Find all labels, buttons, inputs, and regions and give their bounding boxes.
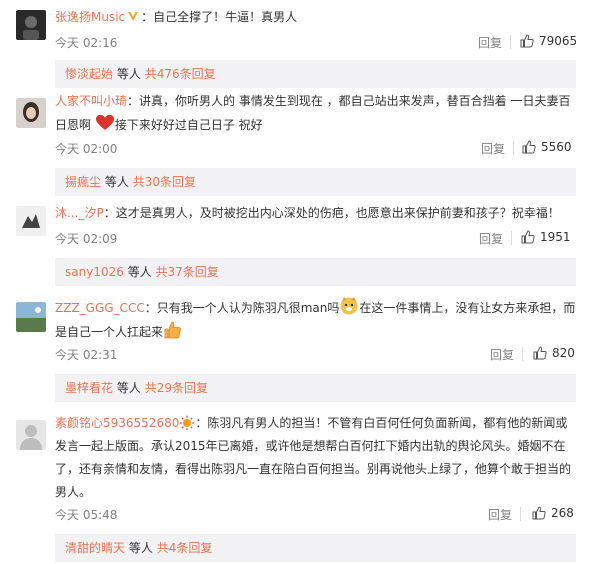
sub-reply-count[interactable]: 共4条回复 bbox=[157, 541, 213, 555]
sub-reply-count[interactable]: 共476条回复 bbox=[145, 67, 216, 81]
heart-emoji bbox=[95, 114, 114, 130]
thumb-emoji bbox=[164, 321, 181, 339]
like-count: 268 bbox=[551, 506, 574, 520]
comment-username[interactable]: ZZZ_GGG_CCC bbox=[55, 301, 145, 315]
comment-text: ：这才是真男人，及时被挖出内心深处的伤疤，也愿意出来保护前妻和孩子？祝幸福！ bbox=[103, 206, 560, 220]
avatar[interactable] bbox=[16, 302, 46, 332]
sub-reply-wait: 等人 bbox=[116, 67, 141, 81]
comment-time: 今天 02:31 bbox=[55, 348, 118, 362]
comment-meta: 今天 02:31 回复 820 bbox=[55, 346, 577, 364]
comment-time: 今天 02:16 bbox=[55, 36, 118, 50]
sub-reply-user[interactable]: 惨淡起始 bbox=[65, 67, 113, 81]
sub-reply-wait: 等人 bbox=[127, 265, 152, 279]
like-button[interactable]: 79065 bbox=[520, 34, 577, 48]
comment-text: ：自己全撑了！牛逼！真男人 bbox=[141, 10, 298, 24]
comment-username[interactable]: 张逸扬Music bbox=[55, 10, 125, 24]
comment-username[interactable]: 人家不叫小琦 bbox=[55, 94, 127, 108]
thumbs-up-icon bbox=[532, 506, 546, 520]
sub-replies-box[interactable]: 惨淡起始 等人 共476条回复 bbox=[55, 60, 576, 88]
divider bbox=[510, 35, 511, 49]
comment-time: 今天 05:48 bbox=[55, 508, 118, 522]
thumbs-up-icon bbox=[520, 34, 534, 48]
like-count: 820 bbox=[552, 346, 575, 360]
sub-reply-count[interactable]: 共30条回复 bbox=[133, 175, 196, 189]
divider bbox=[513, 141, 514, 155]
comment-body: ZZZ_GGG_CCC：只有我一个人认为陈羽凡很man吗 在这一件事情上，没有让女… bbox=[55, 296, 577, 344]
sub-reply-wait: 等人 bbox=[128, 541, 153, 555]
reply-button[interactable]: 回复 bbox=[490, 346, 514, 363]
divider bbox=[511, 231, 512, 245]
like-count: 1951 bbox=[540, 230, 571, 244]
comment-username[interactable]: 沐..._汐P bbox=[55, 206, 104, 220]
thumbs-up-icon bbox=[521, 230, 535, 244]
comment-meta: 今天 02:16 回复 79065 bbox=[55, 34, 577, 52]
reply-button[interactable]: 回复 bbox=[481, 140, 505, 157]
sub-reply-user[interactable]: sany1026 bbox=[65, 265, 124, 279]
comment-time: 今天 02:00 bbox=[55, 142, 118, 156]
divider bbox=[520, 507, 521, 521]
like-count: 5560 bbox=[541, 140, 572, 154]
like-button[interactable]: 5560 bbox=[522, 140, 572, 154]
reply-button[interactable]: 回复 bbox=[488, 506, 512, 523]
comment-time: 今天 02:09 bbox=[55, 232, 118, 246]
comment-meta: 今天 05:48 回复 268 bbox=[55, 506, 577, 524]
sub-replies-box[interactable]: 揚瘋尘 等人 共30条回复 bbox=[55, 168, 576, 196]
reply-button[interactable]: 回复 bbox=[479, 230, 503, 247]
thumbs-up-icon bbox=[522, 140, 536, 154]
comment-body: 张逸扬Music ：自己全撑了！牛逼！真男人 bbox=[55, 6, 577, 29]
avatar[interactable] bbox=[16, 206, 46, 236]
like-button[interactable]: 268 bbox=[532, 506, 574, 520]
sub-reply-count[interactable]: 共29条回复 bbox=[145, 381, 208, 395]
sub-reply-wait: 等人 bbox=[104, 175, 129, 189]
like-count: 79065 bbox=[539, 34, 578, 48]
divider bbox=[522, 347, 523, 361]
comment-text: ：只有我一个人认为陈羽凡很man吗 bbox=[144, 301, 340, 315]
like-button[interactable]: 820 bbox=[533, 346, 575, 360]
sub-reply-wait: 等人 bbox=[116, 381, 141, 395]
like-button[interactable]: 1951 bbox=[521, 230, 571, 244]
doge-emoji bbox=[340, 297, 358, 315]
thumbs-up-icon bbox=[533, 346, 547, 360]
sun-emoji bbox=[180, 415, 195, 431]
comment-body: 素颜铭心5936552680 ：陈羽凡有男人的担当！不管有白百何任何负面新闻，都有… bbox=[55, 412, 577, 504]
avatar[interactable] bbox=[16, 420, 46, 450]
sub-reply-user[interactable]: 清甜的晴天 bbox=[65, 541, 125, 555]
sub-reply-user[interactable]: 揚瘋尘 bbox=[65, 175, 101, 189]
comment-meta: 今天 02:09 回复 1951 bbox=[55, 230, 577, 248]
sub-reply-count[interactable]: 共37条回复 bbox=[156, 265, 219, 279]
sub-replies-box[interactable]: sany1026 等人 共37条回复 bbox=[55, 258, 576, 286]
reply-button[interactable]: 回复 bbox=[478, 34, 502, 51]
sub-replies-box[interactable]: 墨梓看花 等人 共29条回复 bbox=[55, 374, 576, 402]
comment-meta: 今天 02:00 回复 5560 bbox=[55, 140, 577, 158]
comment-body: 人家不叫小琦：讲真，你听男人的 事情发生到现在 ，都自己站出来发声，替百合挡着 … bbox=[55, 90, 577, 137]
comment-body: 沐..._汐P：这才是真男人，及时被挖出内心深处的伤疤，也愿意出来保护前妻和孩子… bbox=[55, 202, 577, 225]
verified-v-icon bbox=[128, 12, 139, 21]
comment-text: 接下来好好过自己日子 祝好 bbox=[114, 118, 263, 132]
avatar[interactable] bbox=[16, 10, 46, 40]
sub-replies-box[interactable]: 清甜的晴天 等人 共4条回复 bbox=[55, 534, 576, 562]
avatar[interactable] bbox=[16, 98, 46, 128]
comment-username[interactable]: 素颜铭心5936552680 bbox=[55, 416, 179, 430]
sub-reply-user[interactable]: 墨梓看花 bbox=[65, 381, 113, 395]
